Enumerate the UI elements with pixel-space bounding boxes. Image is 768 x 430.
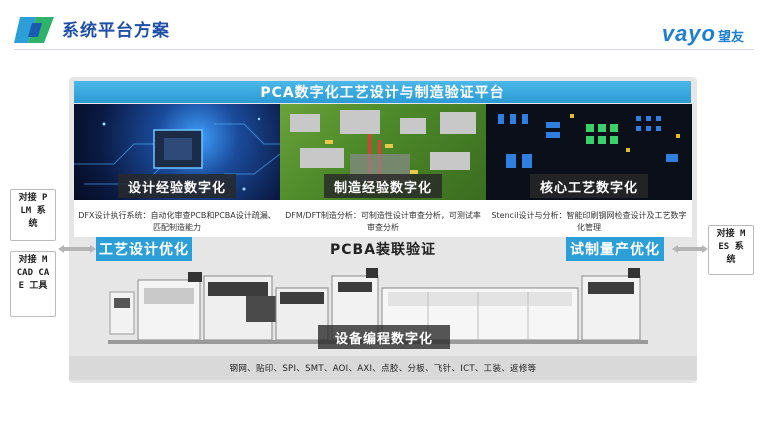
mcad-integration-text: 对接 MCAD CAE 工具 <box>16 255 50 291</box>
card-description: DFX设计执行系统：自动化审查PCB和PCBA设计疏漏、匹配制造能力 <box>78 211 276 232</box>
process-equipment-list: 钢网、贴印、SPI、SMT、AOI、AXI、点胶、分板、飞针、ICT、工装、返修… <box>69 356 697 380</box>
right-double-arrow-icon <box>672 245 708 253</box>
device-programming-label: 设备编程数字化 <box>318 325 450 349</box>
left-double-arrow-icon <box>58 245 96 253</box>
section-logo-icon <box>14 17 54 43</box>
card-description: Stencil设计与分析：智能印刷钢网检查设计及工艺数字化管理 <box>491 211 687 232</box>
mes-integration-box: 对接 MES 系统 <box>708 225 754 275</box>
card-design-experience: 设计经验数字化 DFX设计执行系统：自动化审查PCB和PCBA设计疏漏、匹配制造… <box>74 104 280 237</box>
platform-title: PCA数字化工艺设计与制造验证平台 <box>74 81 691 103</box>
brand-name-en: vayo <box>661 21 716 46</box>
card-label: 设计经验数字化 <box>118 174 236 198</box>
card-label: 制造经验数字化 <box>324 174 442 198</box>
brand-name-cn: 望友 <box>717 30 744 45</box>
page-title: 系统平台方案 <box>62 21 170 41</box>
mcad-integration-box: 对接 MCAD CAE 工具 <box>10 251 56 317</box>
card-manufacturing-experience: 制造经验数字化 DFM/DFT制造分析：可制造性设计审查分析，可测试率审查分析 <box>280 104 486 237</box>
plm-integration-box: 对接 PLM 系统 <box>10 189 56 241</box>
card-description: DFM/DFT制造分析：可制造性设计审查分析，可测试率审查分析 <box>285 211 481 232</box>
trial-production-optimization: 试制量产优化 <box>566 237 664 261</box>
card-label: 核心工艺数字化 <box>530 174 648 198</box>
card-core-process: 核心工艺数字化 Stencil设计与分析：智能印刷钢网检查设计及工艺数字化管理 <box>486 104 692 237</box>
mes-integration-text: 对接 MES 系统 <box>716 229 746 265</box>
header-divider <box>14 49 754 50</box>
process-design-optimization: 工艺设计优化 <box>96 237 192 261</box>
pcba-assembly-verification: PCBA装联验证 <box>330 242 437 258</box>
brand-logo: vayo 望友 <box>662 21 744 47</box>
plm-integration-text: 对接 PLM 系统 <box>18 193 48 229</box>
